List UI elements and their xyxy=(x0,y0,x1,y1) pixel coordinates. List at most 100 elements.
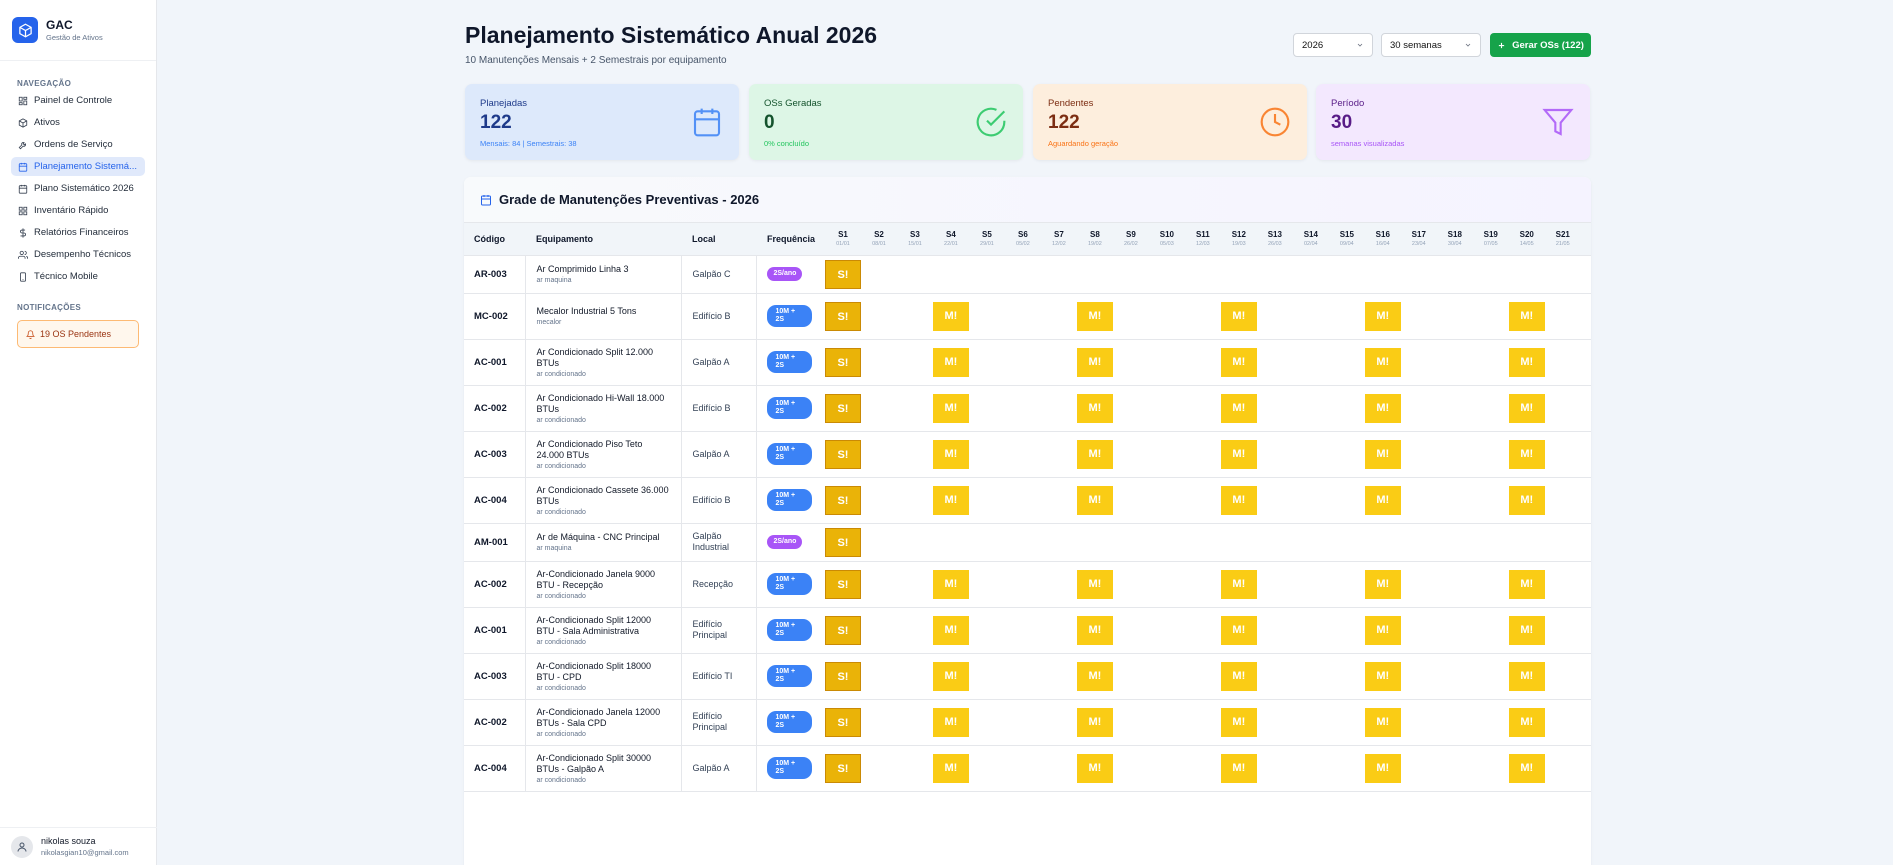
monthly-maintenance-mark[interactable]: M! xyxy=(932,301,969,331)
week-cell[interactable]: M! xyxy=(932,385,969,432)
week-cell[interactable]: M! xyxy=(932,477,969,524)
sidebar-item-2[interactable]: Ordens de Serviço xyxy=(11,135,145,154)
week-cell[interactable] xyxy=(896,293,933,340)
week-cell[interactable] xyxy=(896,523,933,562)
week-cell[interactable] xyxy=(1328,255,1365,294)
week-cell[interactable]: M! xyxy=(1508,699,1545,746)
monthly-maintenance-mark[interactable]: M! xyxy=(1364,439,1401,469)
week-cell[interactable]: M! xyxy=(1076,293,1113,340)
column-header[interactable]: Frequência xyxy=(756,223,825,256)
pending-os-notification[interactable]: 19 OS Pendentes xyxy=(17,320,139,348)
week-cell[interactable] xyxy=(1472,477,1509,524)
week-cell[interactable]: M! xyxy=(1364,293,1401,340)
week-cell[interactable] xyxy=(1544,477,1581,524)
week-cell[interactable] xyxy=(1436,431,1473,478)
week-cell[interactable] xyxy=(968,431,1005,478)
week-cell[interactable] xyxy=(1436,561,1473,608)
semester-maintenance-mark[interactable]: S! xyxy=(824,393,861,423)
week-cell[interactable] xyxy=(1112,339,1149,386)
week-cell[interactable] xyxy=(1400,523,1437,562)
week-cell[interactable] xyxy=(1544,339,1581,386)
week-cell[interactable]: M! xyxy=(932,607,969,654)
week-cell[interactable] xyxy=(1544,293,1581,340)
week-cell[interactable] xyxy=(1040,255,1077,294)
table-row[interactable]: AC-003 Ar Condicionado Piso Teto 24.000 B… xyxy=(464,431,1591,478)
week-cell[interactable]: M! xyxy=(1364,431,1401,478)
week-cell[interactable] xyxy=(1004,653,1041,700)
week-cell[interactable] xyxy=(968,339,1005,386)
semester-maintenance-mark[interactable]: S! xyxy=(824,707,861,737)
week-cell[interactable] xyxy=(1292,339,1329,386)
week-cell[interactable] xyxy=(1004,561,1041,608)
week-cell[interactable] xyxy=(1004,385,1041,432)
week-cell[interactable] xyxy=(1544,745,1581,792)
monthly-maintenance-mark[interactable]: M! xyxy=(1364,753,1401,783)
week-cell[interactable]: M! xyxy=(1364,653,1401,700)
week-cell[interactable] xyxy=(1184,385,1221,432)
week-cell[interactable]: M! xyxy=(932,293,969,340)
week-cell[interactable]: S! xyxy=(824,561,861,608)
week-cell[interactable] xyxy=(1148,745,1185,792)
week-cell[interactable] xyxy=(1112,477,1149,524)
sidebar-item-8[interactable]: Técnico Mobile xyxy=(11,267,145,286)
week-cell[interactable] xyxy=(1472,255,1509,294)
monthly-maintenance-mark[interactable]: M! xyxy=(932,485,969,515)
semester-maintenance-mark[interactable]: S! xyxy=(824,485,861,515)
week-cell[interactable] xyxy=(860,523,897,562)
week-cell[interactable] xyxy=(1004,339,1041,386)
week-cell[interactable] xyxy=(1436,607,1473,654)
week-cell[interactable]: M! xyxy=(1508,385,1545,432)
week-cell[interactable] xyxy=(1292,699,1329,746)
week-cell[interactable] xyxy=(1436,293,1473,340)
week-cell[interactable] xyxy=(1328,561,1365,608)
week-cell[interactable] xyxy=(1004,745,1041,792)
week-cell[interactable] xyxy=(1400,607,1437,654)
week-cell[interactable]: M! xyxy=(932,699,969,746)
week-cell[interactable] xyxy=(1400,477,1437,524)
week-cell[interactable] xyxy=(1400,745,1437,792)
week-cell[interactable] xyxy=(1112,255,1149,294)
monthly-maintenance-mark[interactable]: M! xyxy=(1508,485,1545,515)
monthly-maintenance-mark[interactable]: M! xyxy=(1364,707,1401,737)
sidebar-item-6[interactable]: Relatórios Financeiros xyxy=(11,223,145,242)
week-cell[interactable] xyxy=(896,699,933,746)
semester-maintenance-mark[interactable]: S! xyxy=(824,569,861,599)
week-cell[interactable] xyxy=(1040,523,1077,562)
week-cell[interactable] xyxy=(1040,699,1077,746)
week-cell[interactable] xyxy=(1040,607,1077,654)
table-row[interactable]: AR-003 Ar Comprimido Linha 3 ar maquina Gal… xyxy=(464,255,1591,294)
week-cell[interactable]: M! xyxy=(1076,477,1113,524)
week-cell[interactable] xyxy=(1040,745,1077,792)
week-cell[interactable] xyxy=(1400,431,1437,478)
week-cell[interactable] xyxy=(896,745,933,792)
week-cell[interactable] xyxy=(896,385,933,432)
week-cell[interactable] xyxy=(1040,431,1077,478)
week-cell[interactable] xyxy=(1112,523,1149,562)
week-cell[interactable] xyxy=(1148,561,1185,608)
week-cell[interactable] xyxy=(896,607,933,654)
week-cell[interactable]: M! xyxy=(1508,653,1545,700)
week-cell[interactable] xyxy=(1436,255,1473,294)
week-cell[interactable] xyxy=(1148,653,1185,700)
week-cell[interactable] xyxy=(1148,293,1185,340)
semester-maintenance-mark[interactable]: S! xyxy=(824,615,861,645)
week-cell[interactable] xyxy=(896,561,933,608)
monthly-maintenance-mark[interactable]: M! xyxy=(1076,707,1113,737)
week-cell[interactable] xyxy=(1256,339,1293,386)
week-cell[interactable] xyxy=(860,477,897,524)
week-cell[interactable] xyxy=(1148,607,1185,654)
week-cell[interactable] xyxy=(1472,293,1509,340)
week-cell[interactable] xyxy=(1544,699,1581,746)
week-cell[interactable] xyxy=(1148,255,1185,294)
week-cell[interactable]: M! xyxy=(932,339,969,386)
monthly-maintenance-mark[interactable]: M! xyxy=(1076,661,1113,691)
week-cell[interactable] xyxy=(1364,255,1401,294)
week-cell[interactable]: S! xyxy=(824,699,861,746)
monthly-maintenance-mark[interactable]: M! xyxy=(1364,347,1401,377)
week-cell[interactable]: M! xyxy=(1076,745,1113,792)
monthly-maintenance-mark[interactable]: M! xyxy=(1220,301,1257,331)
week-cell[interactable]: M! xyxy=(1076,339,1113,386)
week-cell[interactable] xyxy=(968,385,1005,432)
monthly-maintenance-mark[interactable]: M! xyxy=(1508,661,1545,691)
week-cell[interactable] xyxy=(1112,293,1149,340)
